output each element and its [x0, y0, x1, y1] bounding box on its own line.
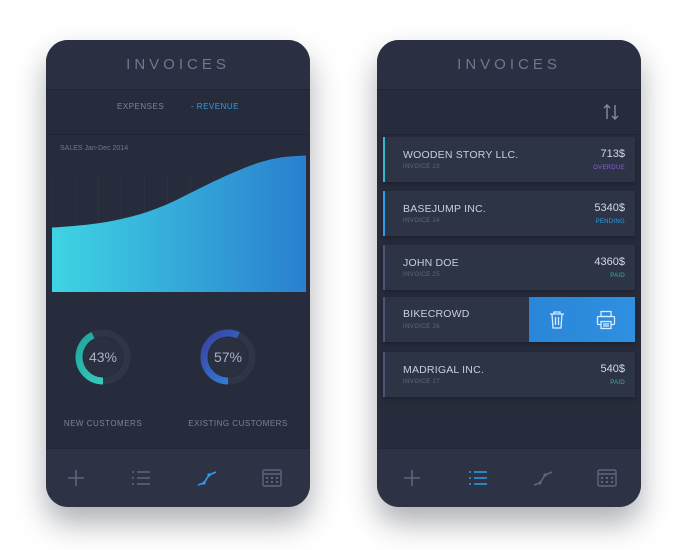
bottom-nav [377, 448, 641, 507]
new-customers-label: NEW CUSTOMERS [63, 419, 143, 428]
invoice-row[interactable]: JOHN DOE INVOICE 25 4360$ PAID [383, 245, 635, 290]
sales-area-chart: JANFEBMARAPRMAYJUNJULAUGSEPOCTNOVDEC [52, 155, 306, 292]
calendar-icon[interactable] [259, 465, 285, 491]
invoice-number: INVOICE 26 [403, 324, 441, 330]
sales-area [52, 155, 306, 292]
invoice-number: INVOICE 27 [403, 379, 441, 385]
row-accent [383, 352, 385, 397]
sales-chart: JANFEBMARAPRMAYJUNJULAUGSEPOCTNOVDEC SAL… [52, 135, 310, 292]
tab-expenses[interactable]: EXPENSES [117, 102, 164, 111]
row-accent [383, 137, 385, 182]
calendar-icon[interactable] [594, 465, 620, 491]
trash-icon[interactable] [546, 309, 568, 331]
chart-line-icon[interactable] [194, 465, 220, 491]
invoice-name: MADRIGAL INC. [403, 364, 484, 376]
list-icon[interactable] [465, 465, 491, 491]
bottom-nav [46, 448, 310, 507]
invoice-row-swiped[interactable]: BIKECROWD INVOICE 26 [383, 297, 635, 342]
invoice-row[interactable]: WOODEN STORY LLC. INVOICE 23 713$ OVERDU… [383, 137, 635, 182]
page-title: INVOICES [457, 56, 561, 73]
invoice-amount: 540$ [600, 363, 625, 375]
donut-percent: 57% [213, 349, 243, 365]
invoice-status: PENDING [595, 219, 625, 225]
toolbar [377, 90, 641, 135]
sort-arrows-icon[interactable] [601, 102, 621, 122]
tab-bar: EXPENSES - REVENUE [46, 102, 310, 111]
header: INVOICES [46, 40, 310, 90]
donut-percent: 43% [88, 349, 118, 365]
chart-title: SALES Jan-Dec 2014 [60, 145, 129, 152]
invoice-number: INVOICE 25 [403, 272, 441, 278]
invoices-screen: INVOICES WOODEN STORY LLC. INVOICE 23 71… [377, 40, 641, 507]
tab-revenue[interactable]: - REVENUE [191, 102, 239, 111]
chart-line-icon[interactable] [530, 465, 556, 491]
page-title: INVOICES [126, 56, 230, 73]
invoice-row[interactable]: BASEJUMP INC. INVOICE 24 5340$ PENDING [383, 191, 635, 236]
revenue-screen: INVOICES EXPENSES - REVENUE JANFEBMARAPR… [46, 40, 310, 507]
existing-customers-donut: 57% [198, 327, 258, 387]
invoice-name: BASEJUMP INC. [403, 203, 486, 215]
row-accent [383, 191, 385, 236]
list-icon[interactable] [128, 465, 154, 491]
invoice-row[interactable]: MADRIGAL INC. INVOICE 27 540$ PAID [383, 352, 635, 397]
invoice-amount: 713$ [600, 148, 625, 160]
invoice-status: PAID [610, 380, 625, 386]
invoice-number: INVOICE 24 [403, 218, 441, 224]
printer-icon[interactable] [595, 309, 617, 331]
row-accent [383, 297, 385, 342]
plus-icon[interactable] [63, 465, 89, 491]
invoice-status: OVERDUE [593, 165, 625, 171]
invoice-amount: 5340$ [594, 202, 625, 214]
invoice-name: JOHN DOE [403, 257, 459, 269]
invoice-status: PAID [610, 273, 625, 279]
header: INVOICES [377, 40, 641, 90]
new-customers-donut: 43% [73, 327, 133, 387]
invoice-number: INVOICE 23 [403, 164, 441, 170]
existing-customers-label: EXISTING CUSTOMERS [188, 419, 288, 428]
plus-icon[interactable] [399, 465, 425, 491]
row-actions [529, 297, 635, 342]
row-accent [383, 245, 385, 290]
invoice-name: BIKECROWD [403, 308, 470, 320]
invoice-name: WOODEN STORY LLC. [403, 149, 519, 161]
invoice-amount: 4360$ [594, 256, 625, 268]
